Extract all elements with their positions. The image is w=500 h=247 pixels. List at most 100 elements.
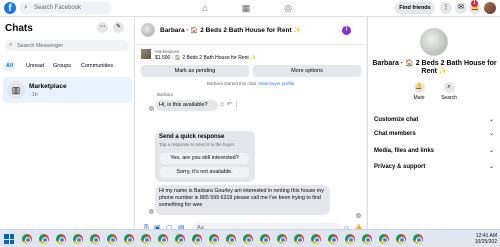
- chrome-icon[interactable]: [90, 234, 100, 244]
- home-icon[interactable]: ⌂: [198, 2, 212, 14]
- chrome-icon[interactable]: [362, 234, 372, 244]
- chrome-icon[interactable]: [56, 234, 66, 244]
- notification-badge: 1: [471, 0, 478, 7]
- chrome-icon[interactable]: [243, 234, 253, 244]
- chrome-icon[interactable]: [294, 234, 304, 244]
- marketplace-shop-icon: ▥: [7, 81, 25, 99]
- mute-label: Mute: [413, 95, 425, 101]
- menu-grid-icon[interactable]: ⋮: [440, 2, 452, 14]
- message-bubble[interactable]: Hi, is this available?: [155, 100, 218, 111]
- filter-communities[interactable]: Communities: [78, 61, 116, 71]
- messenger-search-input[interactable]: ⌕ Search Messenger: [5, 40, 129, 51]
- chrome-icon[interactable]: [260, 234, 270, 244]
- filter-unread[interactable]: Unread: [23, 61, 47, 71]
- filter-groups[interactable]: Groups: [50, 61, 74, 71]
- search-label: Search: [441, 95, 457, 101]
- chrome-icon[interactable]: [328, 234, 338, 244]
- chrome-icon[interactable]: [175, 234, 185, 244]
- section-label: Privacy & support: [374, 164, 426, 170]
- customize-chat-row[interactable]: Customize chat ⌄: [374, 115, 496, 126]
- message-actions: ☺ ↶ ⋮: [219, 101, 240, 108]
- chevron-down-icon: ⌄: [488, 148, 494, 154]
- new-message-icon[interactable]: ✎: [113, 22, 124, 33]
- sender-name: Barbara: [157, 92, 174, 97]
- find-friends-button[interactable]: Find friends: [395, 2, 435, 14]
- marketplace-icon[interactable]: ▦: [239, 2, 253, 14]
- more-options-icon[interactable]: ⋯: [97, 22, 108, 33]
- quick-response-yes-button[interactable]: Yes, are you still interested?: [160, 153, 249, 164]
- started-text: Barbara started this chat.: [206, 81, 258, 86]
- conversation-time: · 1h: [29, 92, 38, 98]
- chevron-down-icon: ⌄: [488, 164, 494, 170]
- quick-response-title: Send a quick response: [159, 134, 225, 140]
- details-title: Barbara · 🏠 2 Beds 2 Bath House for Rent…: [372, 60, 497, 75]
- filter-all[interactable]: All: [3, 61, 17, 71]
- chrome-icon[interactable]: [277, 234, 287, 244]
- reply-icon[interactable]: ↶: [227, 102, 232, 108]
- listing-thumbnail[interactable]: [141, 49, 151, 59]
- top-navigation-bar: f ⌕ Search Facebook ⌂ ▦ ◎ Find friends ⋮…: [0, 0, 500, 17]
- chrome-icon[interactable]: [107, 234, 117, 244]
- quick-response-sorry-button[interactable]: Sorry, it's not available.: [160, 167, 249, 178]
- mute-action[interactable]: 🔔 Mute: [404, 82, 434, 101]
- seen-avatar: [356, 213, 361, 218]
- privacy-support-row[interactable]: Privacy & support ⌄: [374, 162, 496, 173]
- bell-icon: 🔔: [413, 82, 425, 93]
- system-clock[interactable]: 12:41 AM 10/25/202: [455, 233, 497, 245]
- windows-taskbar: 12:41 AM 10/25/202: [0, 229, 500, 247]
- windows-start-icon[interactable]: [4, 234, 14, 244]
- mark-as-pending-button[interactable]: Mark as pending: [141, 65, 249, 77]
- section-label: Media, files and links: [374, 148, 435, 154]
- media-files-links-row[interactable]: Media, files and links ⌄: [374, 146, 496, 157]
- chrome-icon[interactable]: [141, 234, 151, 244]
- chrome-icon[interactable]: [209, 234, 219, 244]
- more-icon[interactable]: ⋮: [234, 102, 240, 108]
- chrome-icon[interactable]: [22, 234, 32, 244]
- messenger-search-placeholder: Search Messenger: [17, 42, 64, 49]
- messenger-icon[interactable]: ✉: [455, 2, 467, 14]
- chrome-icon[interactable]: [158, 234, 168, 244]
- message-bubble[interactable]: Hi my name is Barbara Gourley am interes…: [155, 185, 330, 215]
- chrome-icon[interactable]: [39, 234, 49, 244]
- conversation-name: Marketplace: [29, 83, 67, 90]
- conversation-marketplace[interactable]: ▥ Marketplace · 1h: [3, 77, 132, 103]
- chevron-down-icon: ⌄: [488, 131, 494, 137]
- view-buyer-profile-link[interactable]: View buyer profile: [258, 81, 294, 86]
- chat-info-icon[interactable]: i: [342, 26, 351, 35]
- more-options-button[interactable]: More options: [253, 65, 361, 77]
- chrome-icon[interactable]: [379, 234, 389, 244]
- search-placeholder: Search Facebook: [34, 5, 82, 11]
- listing-title[interactable]: $1,500 · 🏠 2 Beds 2 Bath House for Rent …: [155, 55, 256, 61]
- chats-title: Chats: [5, 23, 33, 34]
- section-label: Customize chat: [374, 117, 419, 123]
- listing-banner: Marketplace $1,500 · 🏠 2 Beds 2 Bath Hou…: [141, 49, 361, 79]
- chrome-icon[interactable]: [311, 234, 321, 244]
- chrome-icon[interactable]: [226, 234, 236, 244]
- sender-avatar: [149, 209, 154, 214]
- react-icon[interactable]: ☺: [219, 102, 225, 108]
- chrome-icon[interactable]: [124, 234, 134, 244]
- chat-avatar[interactable]: [141, 23, 155, 37]
- section-label: Chat members: [374, 131, 416, 137]
- chat-header: Barbara · 🏠 2 Beds 2 Bath House for Rent…: [135, 17, 366, 45]
- chat-panel: Barbara · 🏠 2 Beds 2 Bath House for Rent…: [135, 17, 366, 234]
- chrome-icon[interactable]: [192, 234, 202, 244]
- details-avatar[interactable]: [420, 28, 448, 56]
- chat-started-notice: Barbara started this chat. View buyer pr…: [135, 81, 366, 86]
- profile-avatar[interactable]: [484, 2, 496, 14]
- chat-title[interactable]: Barbara · 🏠 2 Beds 2 Bath House for Rent…: [160, 26, 302, 34]
- quick-response-subtitle: Tap a response to send it to the buyer.: [159, 142, 236, 147]
- chrome-icon[interactable]: [396, 234, 406, 244]
- chat-members-row[interactable]: Chat members ⌄: [374, 129, 496, 140]
- search-icon: ⌕: [24, 4, 28, 11]
- chrome-icon[interactable]: [73, 234, 83, 244]
- chat-details-panel: Barbara · 🏠 2 Beds 2 Bath House for Rent…: [367, 17, 500, 229]
- facebook-logo[interactable]: f: [4, 2, 16, 14]
- clock-date: 10/25/202: [474, 239, 497, 245]
- search-action[interactable]: ⌕ Search: [434, 82, 464, 101]
- chrome-icon[interactable]: [345, 234, 355, 244]
- sender-avatar: [149, 106, 154, 111]
- facebook-search-input[interactable]: ⌕ Search Facebook: [19, 2, 112, 14]
- groups-icon[interactable]: ◎: [281, 2, 295, 14]
- chrome-icon[interactable]: [413, 234, 423, 244]
